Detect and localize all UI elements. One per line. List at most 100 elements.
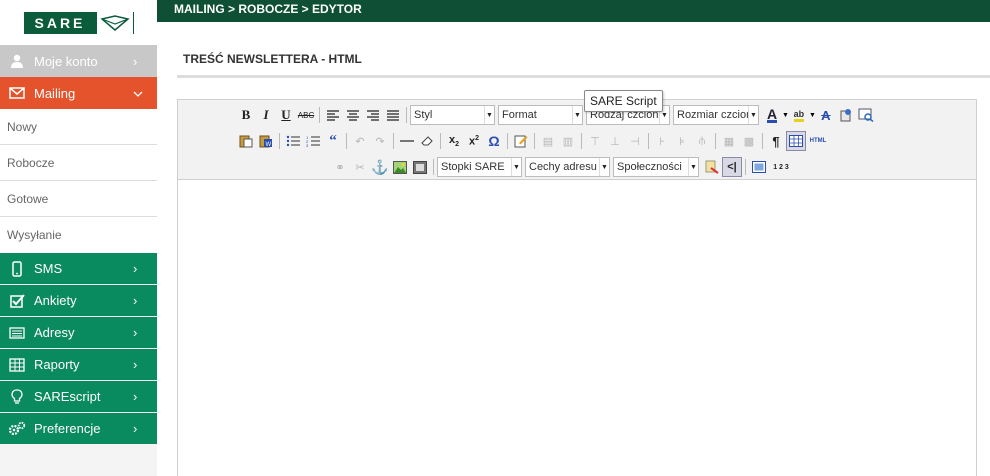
logo-text: SARE xyxy=(34,14,86,31)
submenu-item-nowy[interactable]: Nowy xyxy=(0,109,157,145)
italic-icon[interactable]: I xyxy=(256,105,276,125)
submenu-item-gotowe[interactable]: Gotowe xyxy=(0,181,157,217)
phone-icon xyxy=(0,260,34,277)
split-cell-icon[interactable]: ⊦ xyxy=(652,131,672,151)
social-select[interactable]: Społeczności ▼ xyxy=(613,157,699,177)
eraser-icon[interactable] xyxy=(417,131,437,151)
style-select[interactable]: Styl ▼ xyxy=(410,105,495,125)
toolbar-separator xyxy=(346,133,347,149)
sidebar-item-preferencje[interactable]: Preferencje › xyxy=(0,413,157,445)
chevron-right-icon: › xyxy=(133,261,138,276)
align-left-icon[interactable] xyxy=(323,105,343,125)
redo-icon[interactable]: ↷ xyxy=(370,131,390,151)
bullet-list-icon[interactable] xyxy=(283,131,303,151)
sidebar-item-raporty[interactable]: Raporty › xyxy=(0,349,157,381)
toolbar-separator xyxy=(279,133,280,149)
remove-format-icon[interactable]: A xyxy=(816,105,836,125)
format-select[interactable]: Format ▼ xyxy=(498,105,583,125)
template-icon[interactable] xyxy=(702,157,722,177)
image-icon[interactable] xyxy=(390,157,410,177)
chevron-right-icon: › xyxy=(133,325,138,340)
envelope-logo-icon xyxy=(96,11,133,34)
paste-word-icon[interactable]: W xyxy=(256,131,276,151)
special-char-icon[interactable]: Ω xyxy=(484,131,504,151)
strikethrough-icon[interactable]: ABC xyxy=(296,105,316,125)
delete-col-icon[interactable]: ⫛ xyxy=(692,131,712,151)
superscript-icon[interactable]: x2 xyxy=(464,131,484,151)
table-row-icon[interactable]: ▤ xyxy=(538,131,558,151)
toolbar-separator xyxy=(762,133,763,149)
submenu-item-wysylanie[interactable]: Wysyłanie xyxy=(0,217,157,253)
link-icon[interactable]: ⚭ xyxy=(330,157,350,177)
underline-icon[interactable]: U xyxy=(276,105,296,125)
svg-text:W: W xyxy=(266,142,272,148)
align-justify-icon[interactable] xyxy=(383,105,403,125)
dropdown-arrow-icon: ▼ xyxy=(748,106,758,124)
sidebar-item-label: Mailing xyxy=(34,85,76,101)
table-cell-icon[interactable]: ▥ xyxy=(558,131,578,151)
dropdown-arrow-icon: ▼ xyxy=(599,158,609,176)
align-center-icon[interactable] xyxy=(343,105,363,125)
toolbar-separator xyxy=(534,133,535,149)
align-right-icon[interactable] xyxy=(363,105,383,125)
highlight-color-icon[interactable]: ab xyxy=(789,105,809,125)
insert-table-icon[interactable] xyxy=(786,131,806,151)
logo[interactable]: SARE xyxy=(0,0,157,45)
editor-toolbar: B I U ABC Styl ▼ Format ▼ Rodzaj czcionk ▼ … xyxy=(178,100,976,180)
undo-icon[interactable]: ↶ xyxy=(350,131,370,151)
numbering-icon[interactable]: 1 2 3 xyxy=(769,157,793,177)
sidebar-item-adresy[interactable]: Adresy › xyxy=(0,317,157,349)
sidebar-item-label: SAREscript xyxy=(34,389,101,404)
title-divider xyxy=(177,75,990,78)
sare-script-icon[interactable]: <| xyxy=(722,157,742,177)
cell-props-icon[interactable]: ▩ xyxy=(739,131,759,151)
unlink-icon[interactable]: ✂ xyxy=(350,157,370,177)
dropdown-arrow-icon: ▼ xyxy=(572,106,582,124)
insert-col-icon[interactable]: ⊣ xyxy=(625,131,645,151)
checkbox-icon xyxy=(0,293,34,308)
toolbar-separator xyxy=(393,133,394,149)
table-props-icon[interactable]: ▦ xyxy=(719,131,739,151)
maximize-icon[interactable] xyxy=(749,157,769,177)
horizontal-rule-icon[interactable] xyxy=(397,131,417,151)
sidebar-item-sarescript[interactable]: SAREscript › xyxy=(0,381,157,413)
insert-row-icon[interactable]: ⊤ xyxy=(585,131,605,151)
toolbar-separator xyxy=(648,133,649,149)
flash-icon[interactable] xyxy=(410,157,430,177)
sidebar-item-sms[interactable]: SMS › xyxy=(0,253,157,285)
sidebar-item-label: SMS xyxy=(34,261,63,276)
font-size-select[interactable]: Rozmiar czcion ▼ xyxy=(673,105,759,125)
address-fields-select[interactable]: Cechy adresu ▼ xyxy=(525,157,610,177)
sidebar-item-label: Raporty xyxy=(34,357,80,372)
html-source-icon[interactable]: HTML xyxy=(806,131,830,151)
svg-text:3: 3 xyxy=(306,143,309,147)
paste-icon[interactable] xyxy=(236,131,256,151)
footers-select[interactable]: Stopki SARE ▼ xyxy=(437,157,522,177)
sidebar-item-moje-konto[interactable]: Moje konto › xyxy=(0,45,157,77)
blockquote-icon[interactable]: “ xyxy=(323,131,343,151)
breadcrumb: MAILING > ROBOCZE > EDYTOR xyxy=(157,0,990,22)
dropdown-arrow-icon[interactable]: ▼ xyxy=(809,112,816,119)
text-color-icon[interactable]: A xyxy=(762,105,782,125)
paste-image-icon[interactable] xyxy=(836,105,856,125)
toolbar-separator xyxy=(319,107,320,123)
gears-icon xyxy=(0,421,34,437)
preview-icon[interactable] xyxy=(856,105,876,125)
submenu-item-robocze[interactable]: Robocze xyxy=(0,145,157,181)
dropdown-arrow-icon[interactable]: ▼ xyxy=(782,112,789,119)
dropdown-arrow-icon: ▼ xyxy=(484,106,494,124)
toolbar-separator xyxy=(581,133,582,149)
sidebar-item-ankiety[interactable]: Ankiety › xyxy=(0,285,157,317)
delete-row-icon[interactable]: ⊥ xyxy=(605,131,625,151)
page-title: TREŚĆ NEWSLETTERA - HTML xyxy=(183,52,362,66)
edit-html-icon[interactable] xyxy=(511,131,531,151)
show-blocks-icon[interactable]: ¶ xyxy=(766,131,786,151)
numbered-list-icon[interactable]: 123 xyxy=(303,131,323,151)
editor-content-area[interactable] xyxy=(178,180,976,476)
sidebar-item-mailing[interactable]: Mailing xyxy=(0,77,157,109)
subscript-icon[interactable]: x2 xyxy=(444,131,464,151)
merge-cell-icon[interactable]: ⊧ xyxy=(672,131,692,151)
user-icon xyxy=(0,54,34,68)
bold-icon[interactable]: B xyxy=(236,105,256,125)
anchor-icon[interactable]: ⚓ xyxy=(370,157,390,177)
